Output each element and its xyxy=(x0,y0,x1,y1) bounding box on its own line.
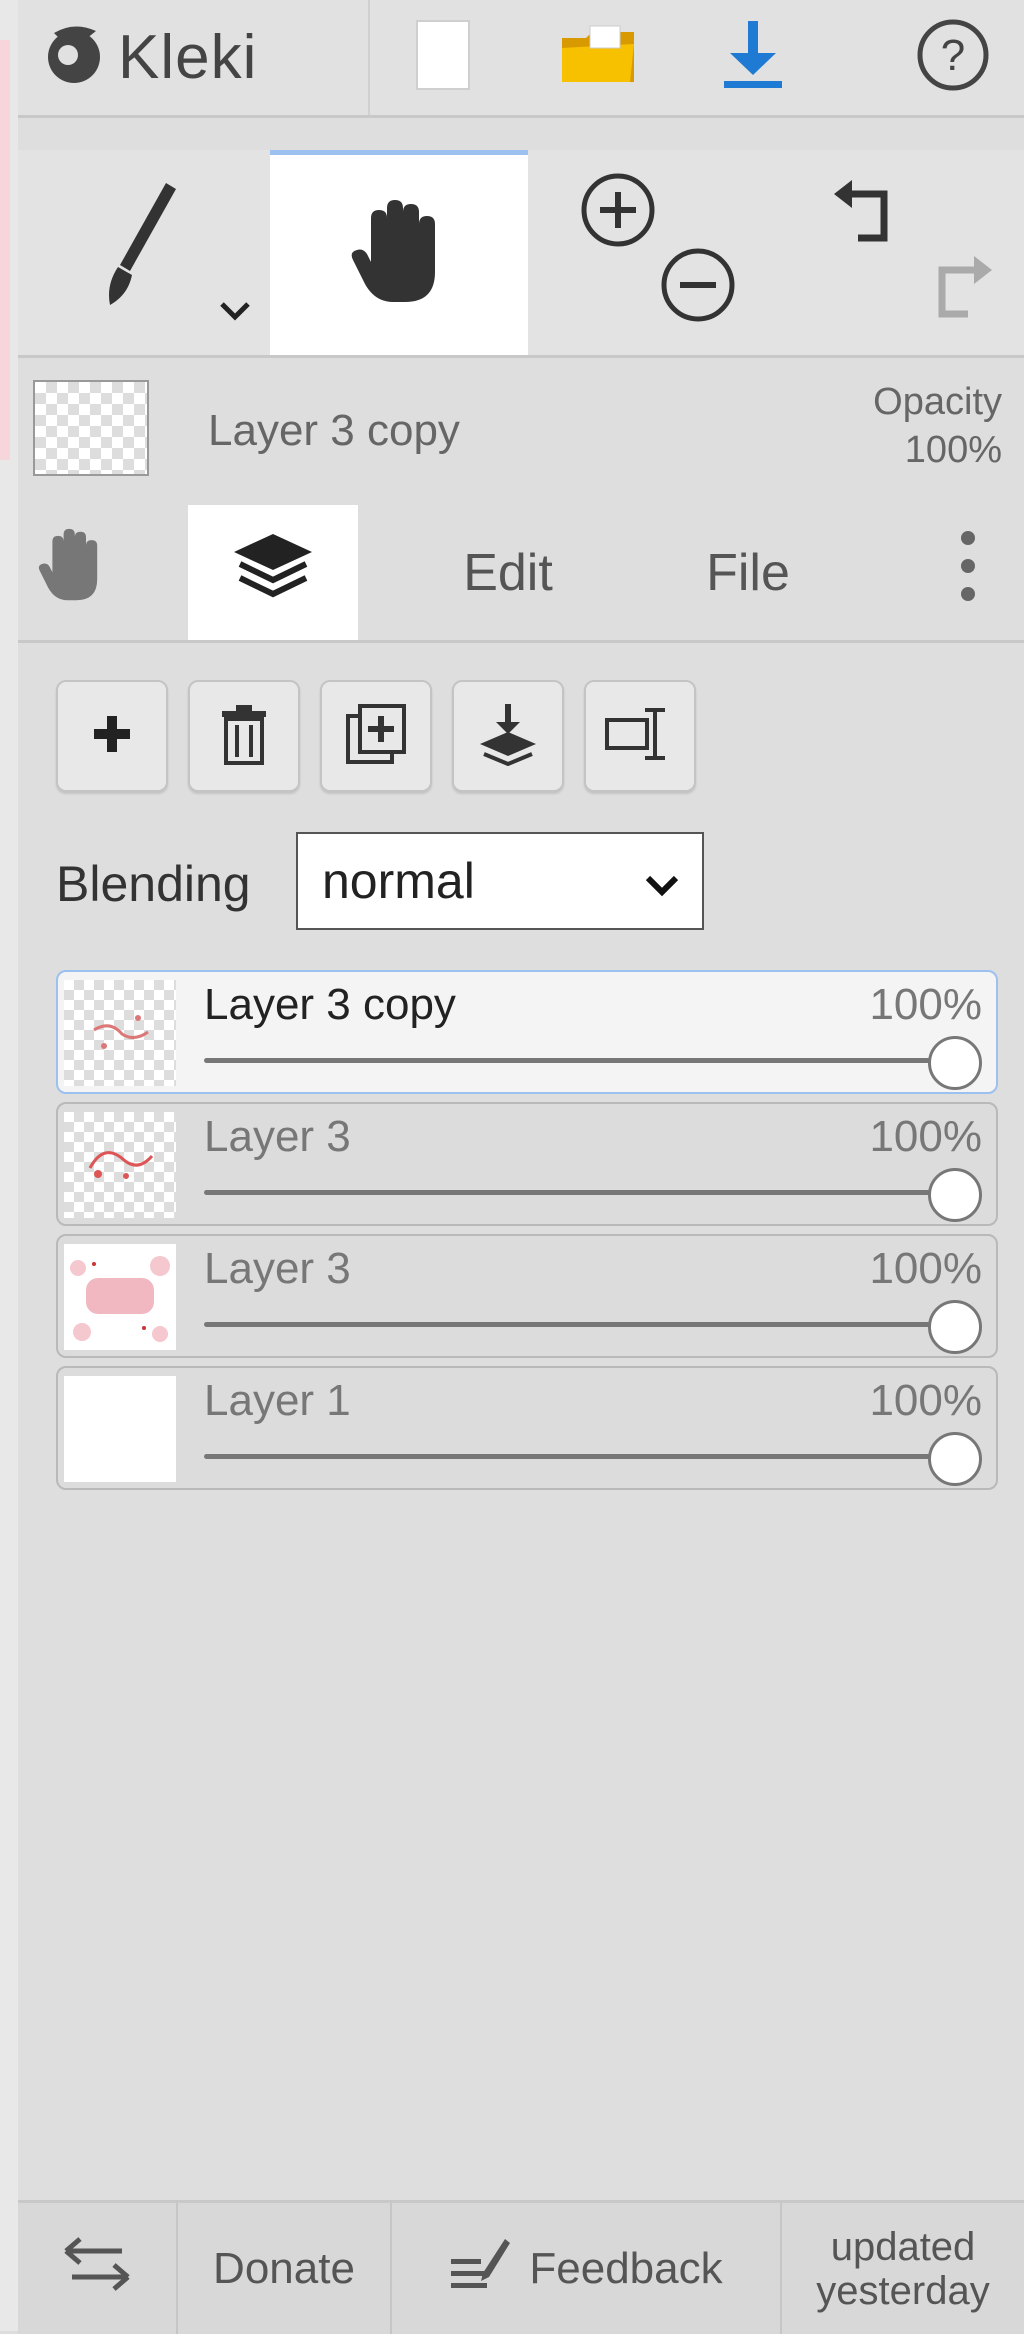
download-icon xyxy=(720,19,786,96)
layer-opacity: 100% xyxy=(869,1112,982,1161)
rename-layer-icon xyxy=(603,702,677,771)
layer-opacity-slider[interactable] xyxy=(204,1190,936,1195)
swap-arrows-icon xyxy=(62,2233,132,2304)
svg-text:?: ? xyxy=(941,31,965,80)
donate-button[interactable]: Donate xyxy=(178,2203,392,2334)
layer-thumbnail xyxy=(64,1112,176,1218)
kleki-logo[interactable]: Kleki xyxy=(38,0,370,115)
bottom-bar: Donate Feedback updated yesterday xyxy=(18,2200,1024,2334)
help-icon: ? xyxy=(916,18,990,97)
layers-icon xyxy=(230,530,316,615)
history-buttons xyxy=(798,150,1018,355)
layer-name: Layer 3 xyxy=(204,1112,351,1161)
tab-edit[interactable]: Edit xyxy=(408,505,608,640)
more-vertical-icon xyxy=(958,528,978,617)
new-file-icon xyxy=(415,19,471,96)
kleki-logo-icon xyxy=(38,19,110,96)
new-file-button[interactable] xyxy=(388,0,498,115)
zoom-out-icon[interactable] xyxy=(658,245,738,330)
delete-layer-button[interactable] xyxy=(188,680,300,792)
updated-line-2: yesterday xyxy=(816,2268,990,2313)
hand-icon xyxy=(37,527,107,618)
layer-opacity: 100% xyxy=(869,1376,982,1425)
open-folder-icon xyxy=(560,24,636,91)
layer-item[interactable]: Layer 3 100% xyxy=(56,1102,998,1226)
zoom-buttons xyxy=(548,150,758,355)
tab-file[interactable]: File xyxy=(648,505,848,640)
current-layer-name: Layer 3 copy xyxy=(208,406,460,455)
brand-name: Kleki xyxy=(118,23,258,92)
brush-tool-button[interactable] xyxy=(18,150,268,355)
updated-line-1: updated xyxy=(830,2224,976,2269)
feedback-label: Feedback xyxy=(529,2243,723,2293)
layer-name: Layer 1 xyxy=(204,1376,351,1425)
update-status[interactable]: updated yesterday xyxy=(782,2203,1024,2334)
add-layer-icon xyxy=(90,712,134,761)
opacity-value: 100% xyxy=(904,429,1002,471)
feedback-icon xyxy=(449,2235,511,2302)
blending-select[interactable]: normal xyxy=(296,832,704,930)
chevron-down-icon xyxy=(642,860,682,918)
undo-icon[interactable] xyxy=(828,172,908,257)
feedback-button[interactable]: Feedback xyxy=(392,2203,782,2334)
side-panel: Kleki ? Layer 3 copy Opacity 100% Edit F… xyxy=(18,0,1024,2334)
rename-layer-button[interactable] xyxy=(584,680,696,792)
layer-opacity-slider-handle[interactable] xyxy=(928,1168,982,1222)
layer-opacity: 100% xyxy=(869,1244,982,1293)
merge-down-button[interactable] xyxy=(452,680,564,792)
open-file-button[interactable] xyxy=(543,0,653,115)
layer-item[interactable]: Layer 3 100% xyxy=(56,1234,998,1358)
duplicate-layer-icon xyxy=(344,702,408,771)
current-layer-thumbnail xyxy=(33,380,149,476)
layer-thumbnail xyxy=(64,1244,176,1350)
swap-side-button[interactable] xyxy=(18,2203,178,2334)
current-layer-info: Layer 3 copy Opacity 100% xyxy=(18,358,1024,488)
delete-layer-icon xyxy=(218,703,270,770)
layer-item[interactable]: Layer 3 copy 100% xyxy=(56,970,998,1094)
tool-row xyxy=(18,150,1024,358)
layer-opacity: 100% xyxy=(869,980,982,1029)
help-button[interactable]: ? xyxy=(898,0,1008,115)
layer-opacity-slider-handle[interactable] xyxy=(928,1432,982,1486)
tab-layers[interactable] xyxy=(188,505,358,640)
merge-down-icon xyxy=(476,702,540,771)
brush-dropdown-chevron-icon[interactable] xyxy=(218,300,252,327)
download-button[interactable] xyxy=(698,0,808,115)
duplicate-layer-button[interactable] xyxy=(320,680,432,792)
tab-more[interactable] xyxy=(928,505,1008,640)
layer-name: Layer 3 xyxy=(204,1244,351,1293)
layer-opacity-slider-handle[interactable] xyxy=(928,1036,982,1090)
redo-icon[interactable] xyxy=(918,248,998,333)
layer-thumbnail xyxy=(64,1376,176,1482)
tab-hand[interactable] xyxy=(18,505,126,640)
add-layer-button[interactable] xyxy=(56,680,168,792)
blending-value: normal xyxy=(322,853,475,909)
layer-opacity-slider[interactable] xyxy=(204,1454,936,1459)
layer-opacity-slider[interactable] xyxy=(204,1058,936,1063)
layer-thumbnail xyxy=(64,980,176,1086)
layer-item[interactable]: Layer 1 100% xyxy=(56,1366,998,1490)
hand-icon xyxy=(349,198,449,313)
panel-tabs: Edit File xyxy=(18,505,1024,643)
top-toolbar: Kleki ? xyxy=(18,0,1024,118)
layer-name: Layer 3 copy xyxy=(204,980,456,1029)
blending-label: Blending xyxy=(56,856,251,912)
brush-icon xyxy=(88,175,198,330)
current-layer-opacity: Opacity 100% xyxy=(873,378,1002,474)
opacity-label: Opacity xyxy=(873,381,1002,423)
layer-opacity-slider-handle[interactable] xyxy=(928,1300,982,1354)
zoom-in-icon[interactable] xyxy=(578,170,658,255)
layer-opacity-slider[interactable] xyxy=(204,1322,936,1327)
hand-tool-button[interactable] xyxy=(270,150,528,355)
